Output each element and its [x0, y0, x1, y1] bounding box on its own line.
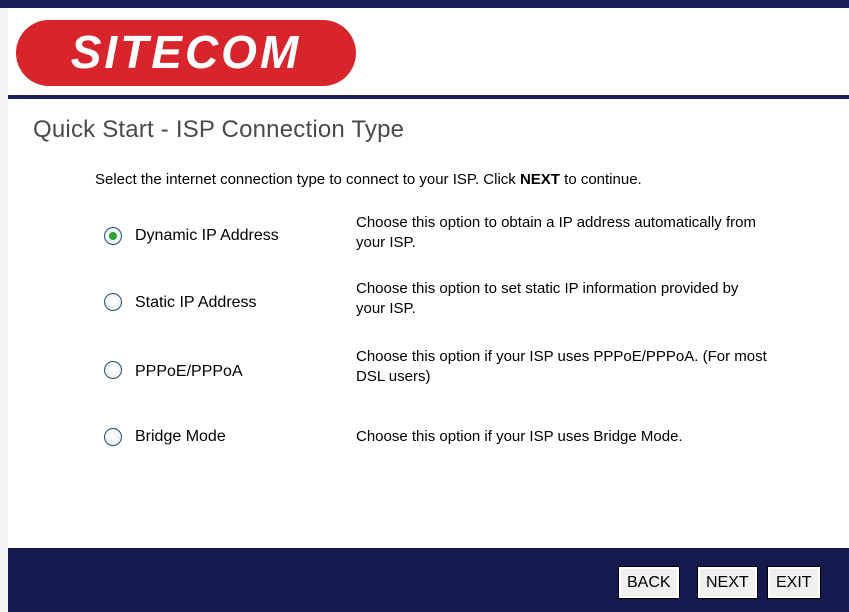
option-desc-pppoe: Choose this option if your ISP uses PPPo…: [356, 347, 844, 387]
radio-dynamic-ip[interactable]: [104, 227, 122, 245]
page-title: Quick Start - ISP Connection Type: [33, 116, 405, 143]
instruction-bold: NEXT: [519, 171, 560, 188]
svg-text:SITECOM: SITECOM: [71, 28, 302, 78]
radio-selected-dot: [109, 232, 117, 240]
option-desc-line: DSL users): [356, 368, 431, 385]
option-label-static-ip[interactable]: Static IP Address: [135, 294, 257, 312]
option-desc-line: your ISP.: [356, 300, 416, 317]
instruction-prefix: Select the internet connection type to c…: [95, 171, 520, 188]
option-desc-line: Choose this option to set static IP info…: [356, 280, 739, 297]
sitecom-logo-text: SITECOM: [71, 28, 302, 78]
option-label-pppoe[interactable]: PPPoE/PPPoA: [135, 363, 243, 381]
instruction-text: Select the internet connection type to c…: [95, 171, 642, 188]
option-desc-line: Choose this option to obtain a IP addres…: [356, 214, 756, 231]
option-bridge-mode: Bridge Mode Choose this option if your I…: [0, 419, 849, 469]
radio-static-ip[interactable]: [104, 293, 122, 311]
header-rule: [8, 95, 849, 99]
option-desc-dynamic-ip: Choose this option to obtain a IP addres…: [356, 213, 844, 253]
option-desc-line: your ISP.: [356, 234, 416, 251]
top-rule: [0, 0, 849, 8]
radio-pppoe[interactable]: [104, 361, 122, 379]
option-desc-line: Choose this option if your ISP uses PPPo…: [356, 348, 767, 365]
option-label-dynamic-ip[interactable]: Dynamic IP Address: [135, 227, 279, 245]
option-static-ip: Static IP Address Choose this option to …: [0, 277, 849, 327]
next-button[interactable]: NEXT: [697, 566, 758, 599]
radio-bridge-mode[interactable]: [104, 428, 122, 446]
option-pppoe: PPPoE/PPPoA Choose this option if your I…: [0, 344, 849, 394]
option-desc-line: Choose this option if your ISP uses Brid…: [356, 428, 683, 445]
option-dynamic-ip: Dynamic IP Address Choose this option to…: [0, 210, 849, 260]
back-button[interactable]: BACK: [618, 566, 680, 599]
sitecom-logo: SITECOM: [16, 20, 356, 86]
option-desc-static-ip: Choose this option to set static IP info…: [356, 279, 844, 319]
exit-button[interactable]: EXIT: [767, 566, 821, 599]
instruction-suffix: to continue.: [559, 171, 642, 188]
option-desc-bridge-mode: Choose this option if your ISP uses Brid…: [356, 427, 844, 447]
option-label-bridge-mode[interactable]: Bridge Mode: [135, 428, 226, 446]
